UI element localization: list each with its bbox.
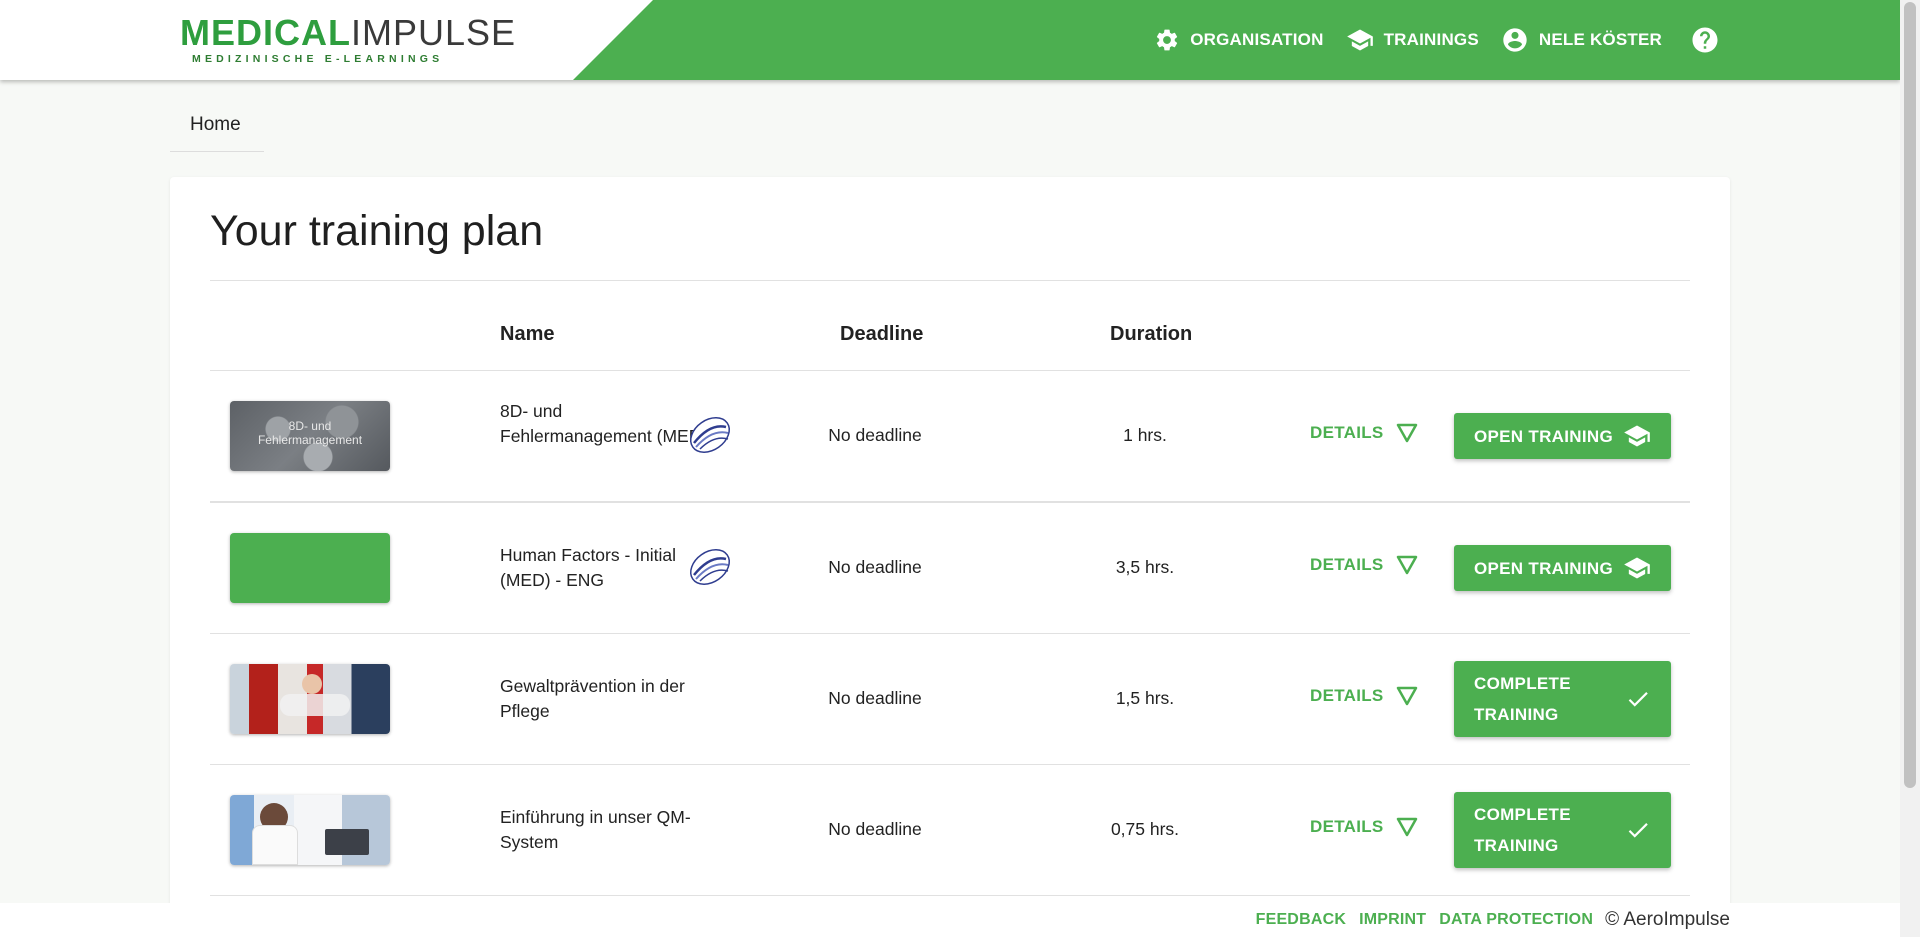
training-name: Gewaltprävention in der Pflege — [500, 676, 685, 721]
training-thumbnail: 8D- und Fehlermanagement — [230, 401, 390, 471]
details-label: DETAILS — [1310, 817, 1384, 836]
thumbnail-caption: 8D- und Fehlermanagement — [257, 419, 363, 447]
breadcrumb: Home — [170, 110, 264, 152]
title-divider — [210, 280, 1690, 281]
footer-link-imprint[interactable]: IMPRINT — [1359, 911, 1426, 929]
table-row: Human Factors - Initial (MED) - ENG No d… — [210, 501, 1690, 632]
logo-subtitle: MEDIZINISCHE E-LEARNINGS — [192, 53, 444, 65]
training-duration: 0,75 hrs. — [1110, 819, 1180, 839]
training-deadline: No deadline — [828, 425, 922, 445]
triangle-down-icon — [1396, 817, 1417, 837]
nav-organisation[interactable]: ORGANISATION — [1154, 27, 1323, 53]
table-row: 8D- und Fehlermanagement 8D- und Fehlerm… — [210, 370, 1690, 501]
nav-user-account[interactable]: NELE KÖSTER — [1501, 26, 1662, 54]
help-button[interactable] — [1690, 25, 1720, 55]
graduation-cap-icon — [1624, 425, 1650, 447]
checkmark-icon — [1628, 823, 1648, 838]
training-thumbnail — [230, 795, 390, 865]
triangle-down-icon — [1396, 555, 1417, 575]
main-nav: ORGANISATION TRAININGS NELE KÖSTER — [1132, 0, 1720, 80]
training-plan-card: Your training plan Name Deadline Duratio… — [170, 177, 1730, 917]
training-name: Human Factors - Initial (MED) - ENG — [500, 545, 677, 590]
gear-icon — [1157, 29, 1178, 51]
open-training-label: OPEN TRAINING — [1474, 558, 1613, 578]
complete-training-label: COMPLETE TRAINING — [1474, 674, 1571, 724]
table-row: Einführung in unser QM-System No deadlin… — [210, 764, 1690, 895]
triangle-down-icon — [1396, 423, 1417, 443]
open-training-button[interactable]: OPEN TRAINING — [1454, 545, 1671, 591]
training-thumbnail — [230, 664, 390, 734]
training-thumbnail — [230, 533, 390, 603]
details-label: DETAILS — [1310, 423, 1384, 442]
complete-training-button[interactable]: COMPLETE TRAINING — [1454, 792, 1671, 868]
column-header-duration: Duration — [1110, 323, 1193, 345]
complete-training-button[interactable]: COMPLETE TRAINING — [1454, 661, 1671, 737]
footer: FEEDBACK IMPRINT DATA PROTECTION © AeroI… — [0, 903, 1900, 937]
details-toggle[interactable]: DETAILS — [1310, 423, 1418, 443]
breadcrumb-home[interactable]: Home — [190, 114, 241, 135]
checkmark-icon — [1628, 692, 1648, 707]
column-header-name: Name — [500, 323, 555, 345]
details-label: DETAILS — [1310, 555, 1384, 574]
training-deadline: No deadline — [828, 688, 922, 708]
training-name: Einführung in unser QM-System — [500, 807, 691, 852]
graduation-cap-icon — [1346, 29, 1373, 51]
vertical-scrollbar[interactable] — [1900, 0, 1920, 937]
footer-links: FEEDBACK IMPRINT DATA PROTECTION © AeroI… — [1243, 903, 1730, 937]
open-training-button[interactable]: OPEN TRAINING — [1454, 413, 1671, 459]
scrollbar-thumb[interactable] — [1904, 2, 1916, 788]
partner-logo-icon — [690, 417, 730, 453]
top-app-bar: MEDICALIMPULSE MEDIZINISCHE E-LEARNINGS … — [0, 0, 1900, 80]
nav-trainings[interactable]: TRAININGS — [1346, 26, 1479, 54]
complete-training-label: COMPLETE TRAINING — [1474, 805, 1571, 855]
training-duration: 3,5 hrs. — [1115, 557, 1175, 577]
open-training-label: OPEN TRAINING — [1474, 426, 1613, 446]
partner-logo-icon — [690, 549, 730, 585]
training-name: 8D- und Fehlermanagement (MED) — [500, 401, 708, 446]
details-toggle[interactable]: DETAILS — [1310, 686, 1418, 706]
training-deadline: No deadline — [828, 819, 922, 839]
graduation-cap-icon — [1624, 557, 1650, 579]
medicalimpulse-logo[interactable]: MEDICALIMPULSE MEDIZINISCHE E-LEARNINGS — [178, 8, 515, 72]
page-title: Your training plan — [210, 207, 544, 255]
details-toggle[interactable]: DETAILS — [1310, 555, 1418, 575]
column-header-deadline: Deadline — [840, 323, 924, 345]
triangle-down-icon — [1396, 686, 1417, 706]
training-duration: 1 hrs. — [1123, 425, 1167, 445]
nav-trainings-label: TRAININGS — [1383, 30, 1479, 49]
footer-copyright: © AeroImpulse — [1605, 909, 1730, 930]
details-toggle[interactable]: DETAILS — [1310, 817, 1418, 837]
training-duration: 1,5 hrs. — [1115, 688, 1175, 708]
footer-link-data-protection[interactable]: DATA PROTECTION — [1439, 911, 1593, 929]
nav-user-label: NELE KÖSTER — [1538, 30, 1662, 49]
nav-organisation-label: ORGANISATION — [1190, 30, 1324, 49]
footer-link-feedback[interactable]: FEEDBACK — [1256, 911, 1347, 929]
help-circle-icon — [1692, 27, 1718, 53]
details-label: DETAILS — [1310, 686, 1384, 705]
account-circle-icon — [1503, 28, 1527, 52]
training-deadline: No deadline — [828, 557, 922, 577]
table-row: Gewaltprävention in der Pflege No deadli… — [210, 633, 1690, 764]
logo-title: MEDICALIMPULSE — [180, 12, 517, 53]
